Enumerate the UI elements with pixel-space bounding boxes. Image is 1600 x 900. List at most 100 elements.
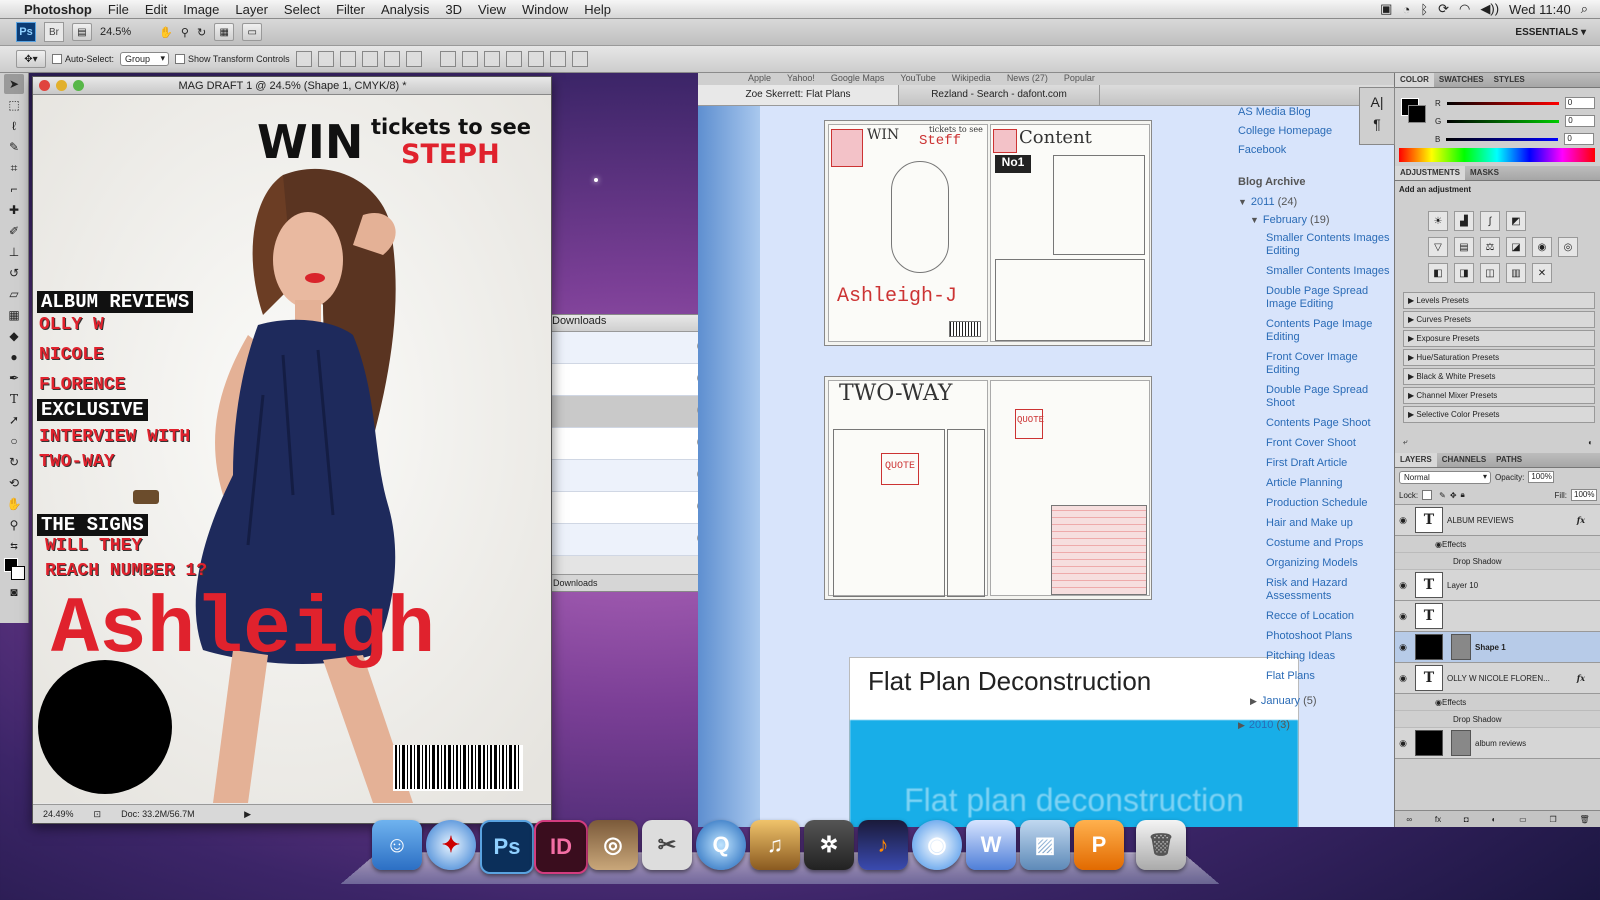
- layer-drop-shadow[interactable]: Drop Shadow: [1395, 711, 1600, 728]
- menu-3d[interactable]: 3D: [437, 2, 470, 17]
- lasso-tool-icon[interactable]: ℓ: [4, 116, 24, 136]
- gradient-tool-icon[interactable]: ▦: [4, 305, 24, 325]
- visibility-eye-icon[interactable]: ◉: [1435, 540, 1442, 549]
- distribute-left-icon[interactable]: [505, 51, 522, 67]
- bookmark-apple[interactable]: Apple: [748, 73, 771, 85]
- auto-select-dropdown[interactable]: Group: [120, 52, 170, 66]
- safari-icon[interactable]: ✦: [426, 820, 476, 870]
- green-slider[interactable]: G0: [1435, 112, 1596, 130]
- hand-icon[interactable]: ✋: [159, 26, 173, 39]
- dodge-tool-icon[interactable]: ●: [4, 347, 24, 367]
- wifi-icon[interactable]: ◠: [1459, 1, 1470, 17]
- crop-tool-icon[interactable]: ⌗: [4, 158, 24, 178]
- visibility-eye-icon[interactable]: ◉: [1395, 642, 1411, 653]
- post-link[interactable]: Risk and Hazard Assessments: [1238, 577, 1393, 603]
- download-item[interactable]: ⚲: [549, 364, 721, 396]
- distribute-vcenter-icon[interactable]: [461, 51, 478, 67]
- type-tool-icon[interactable]: T: [4, 389, 24, 409]
- status-app-icon[interactable]: ▣: [1380, 1, 1392, 17]
- download-item[interactable]: ⚲: [549, 460, 721, 492]
- archive-2010[interactable]: ▶ 2010 (3): [1238, 719, 1393, 731]
- post-link[interactable]: Hair and Make up: [1238, 517, 1393, 530]
- distribute-right-icon[interactable]: [549, 51, 566, 67]
- post-link[interactable]: Article Planning: [1238, 477, 1393, 490]
- audacity-icon[interactable]: ♪: [858, 820, 908, 870]
- quick-mask-icon[interactable]: ◙: [4, 582, 24, 602]
- status-menu-icon[interactable]: ⊡: [94, 809, 102, 820]
- levels-icon[interactable]: ▟: [1454, 211, 1474, 231]
- layer-effects[interactable]: ◉ Effects: [1395, 536, 1600, 553]
- align-hcenter-icon[interactable]: [383, 51, 400, 67]
- channel-mixer-icon[interactable]: ◎: [1558, 237, 1578, 257]
- collapsed-triangle-icon[interactable]: ▶: [1238, 720, 1245, 730]
- delete-layer-icon[interactable]: 🗑︎: [1579, 815, 1589, 824]
- post-link[interactable]: Front Cover Image Editing: [1238, 351, 1393, 377]
- exposure-icon[interactable]: ◩: [1506, 211, 1526, 231]
- auto-align-icon[interactable]: [571, 51, 588, 67]
- layer-drop-shadow[interactable]: Drop Shadow: [1395, 553, 1600, 570]
- brightness-icon[interactable]: ☀: [1428, 211, 1448, 231]
- photo-filter-icon[interactable]: ◉: [1532, 237, 1552, 257]
- tab-color[interactable]: COLOR: [1395, 73, 1434, 87]
- red-value[interactable]: 0: [1564, 97, 1595, 109]
- garageband-icon[interactable]: ♫: [750, 820, 800, 870]
- distribute-bottom-icon[interactable]: [483, 51, 500, 67]
- imovie-icon[interactable]: ✲: [804, 820, 854, 870]
- distribute-top-icon[interactable]: [439, 51, 456, 67]
- invert-icon[interactable]: ◧: [1428, 263, 1448, 283]
- layer-10[interactable]: ◉ T Layer 10: [1395, 570, 1600, 601]
- opacity-value[interactable]: 100%: [1528, 471, 1555, 483]
- menu-view[interactable]: View: [470, 2, 514, 17]
- tab-styles[interactable]: STYLES: [1489, 73, 1530, 87]
- eyedropper-tool-icon[interactable]: ⌐: [4, 179, 24, 199]
- sync-icon[interactable]: ⟳: [1438, 1, 1449, 17]
- hand-tool-icon[interactable]: ✋: [4, 494, 24, 514]
- eraser-tool-icon[interactable]: ▱: [4, 284, 24, 304]
- photoshop-icon[interactable]: Ps: [480, 820, 534, 874]
- align-bottom-icon[interactable]: [339, 51, 356, 67]
- history-brush-icon[interactable]: ↺: [4, 263, 24, 283]
- post-link[interactable]: Recce of Location: [1238, 610, 1393, 623]
- menu-select[interactable]: Select: [276, 2, 328, 17]
- archive-february-label[interactable]: February: [1263, 214, 1307, 226]
- post-link[interactable]: Organizing Models: [1238, 557, 1393, 570]
- fx-icon[interactable]: fx: [1577, 673, 1585, 683]
- tab-layers[interactable]: LAYERS: [1395, 453, 1437, 467]
- character-panel-icon[interactable]: A|: [1360, 94, 1394, 110]
- download-item[interactable]: ⚲: [549, 428, 721, 460]
- post-link[interactable]: Front Cover Shoot: [1238, 437, 1393, 450]
- volume-icon[interactable]: ◀)): [1480, 1, 1499, 17]
- pages-icon[interactable]: P: [1074, 820, 1124, 870]
- black-white-icon[interactable]: ◪: [1506, 237, 1526, 257]
- lock-all-icon[interactable]: 🔒︎: [1461, 490, 1465, 500]
- iphoto-icon[interactable]: ◎: [588, 820, 638, 870]
- menu-filter[interactable]: Filter: [328, 2, 373, 17]
- post-link[interactable]: Photoshoot Plans: [1238, 630, 1393, 643]
- indesign-icon[interactable]: ID: [534, 820, 588, 874]
- menu-image[interactable]: Image: [175, 2, 227, 17]
- archive-january-label[interactable]: January: [1261, 695, 1300, 707]
- archive-january[interactable]: ▶ January (5): [1238, 695, 1393, 707]
- new-adjustment-icon[interactable]: ◐: [1492, 815, 1497, 824]
- arrange-documents-button[interactable]: ▦: [214, 23, 235, 41]
- paragraph-panel-icon[interactable]: ¶: [1360, 116, 1394, 132]
- new-layer-icon[interactable]: ❐: [1549, 815, 1556, 824]
- path-select-tool-icon[interactable]: ➚: [4, 410, 24, 430]
- auto-select-checkbox[interactable]: Auto-Select:: [52, 54, 114, 65]
- vibrance-icon[interactable]: ▽: [1428, 237, 1448, 257]
- blur-tool-icon[interactable]: ◆: [4, 326, 24, 346]
- finder-icon[interactable]: ☺: [372, 820, 422, 870]
- layer-album-reviews-shape[interactable]: ◉ album reviews: [1395, 728, 1600, 759]
- bridge-button[interactable]: Br: [44, 22, 64, 42]
- fill-value[interactable]: 100%: [1571, 489, 1597, 501]
- lock-pixels-icon[interactable]: ✎: [1439, 491, 1446, 500]
- tab-masks[interactable]: MASKS: [1465, 166, 1504, 180]
- layer-text-unnamed[interactable]: ◉ T: [1395, 601, 1600, 632]
- trash-icon[interactable]: 🗑︎: [1136, 820, 1186, 870]
- zoom-level[interactable]: 24.5%: [100, 26, 131, 38]
- minimize-icon[interactable]: [56, 80, 67, 91]
- download-item[interactable]: ⚲: [549, 332, 721, 364]
- post-link[interactable]: Costume and Props: [1238, 537, 1393, 550]
- download-item[interactable]: ⚲: [549, 524, 721, 556]
- foreground-color-swatch[interactable]: [4, 558, 25, 580]
